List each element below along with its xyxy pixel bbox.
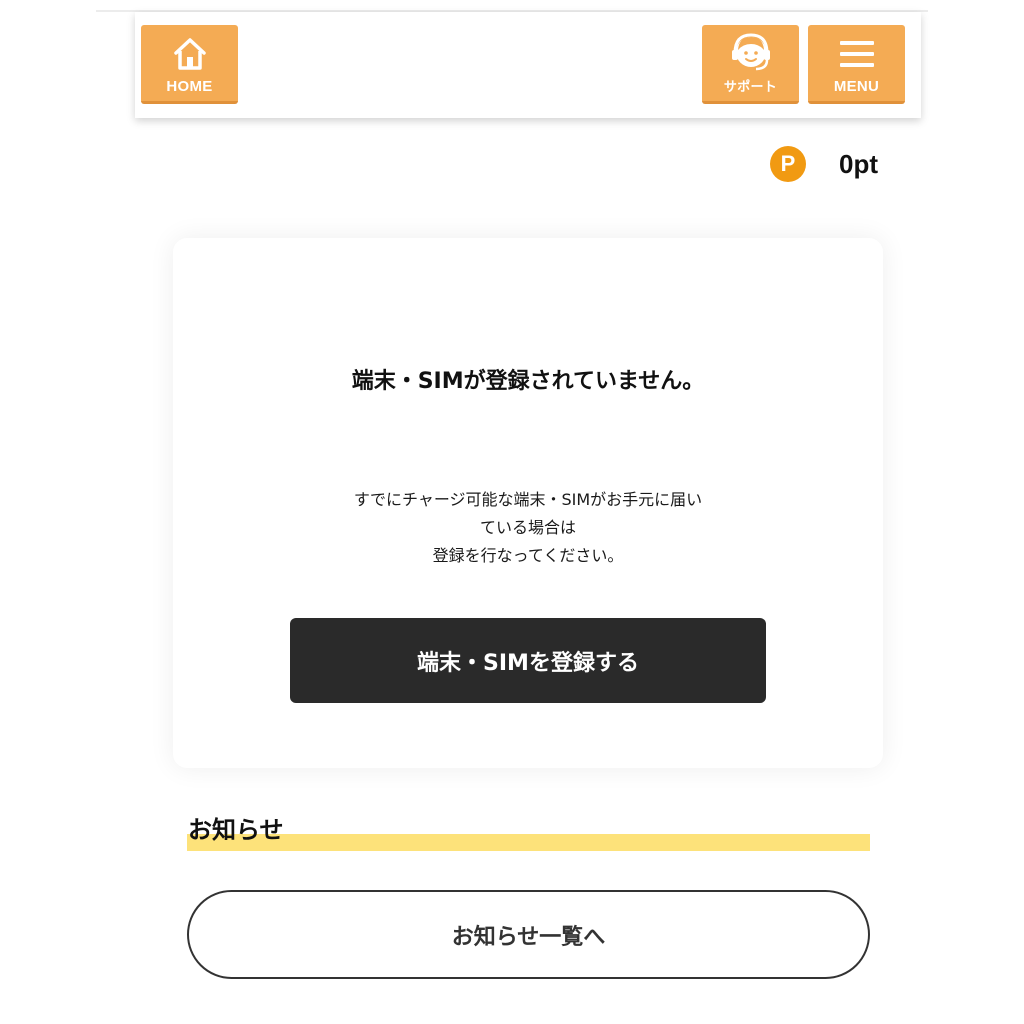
card-description-line: 登録を行なってください。: [432, 546, 624, 565]
card-description: すでにチャージ可能な端末・SIMがお手元に届い ている場合は 登録を行なってくだ…: [323, 486, 733, 570]
news-list-button[interactable]: お知らせ一覧へ: [187, 890, 870, 979]
device-registration-card: 端末・SIMが登録されていません。 すでにチャージ可能な端末・SIMがお手元に届…: [173, 238, 883, 768]
hamburger-menu-icon: [808, 33, 905, 75]
home-icon: [141, 33, 238, 75]
support-label: サポート: [723, 80, 778, 95]
heading-underline: [187, 834, 870, 851]
page: HOME サポート MENU P 0pt 端末・SIMが登録されていません。 す…: [0, 0, 1024, 1024]
card-description-line: ている場合は: [479, 518, 576, 537]
points-display: P 0pt: [770, 146, 878, 182]
points-value: 0pt: [839, 148, 878, 179]
points-badge-icon: P: [770, 146, 806, 182]
support-headset-icon: [702, 33, 799, 75]
menu-button[interactable]: MENU: [808, 25, 905, 104]
register-device-button[interactable]: 端末・SIMを登録する: [290, 618, 766, 703]
header-bar: HOME サポート MENU: [135, 12, 921, 118]
card-title: 端末・SIMが登録されていません。: [351, 369, 705, 394]
card-description-line: すでにチャージ可能な端末・SIMがお手元に届い: [353, 490, 703, 509]
support-button[interactable]: サポート: [702, 25, 799, 104]
home-label: HOME: [166, 78, 213, 95]
news-heading-text: お知らせ: [188, 816, 284, 844]
menu-label: MENU: [833, 78, 880, 95]
news-section-heading: お知らせ: [187, 808, 870, 852]
home-button[interactable]: HOME: [141, 25, 238, 104]
